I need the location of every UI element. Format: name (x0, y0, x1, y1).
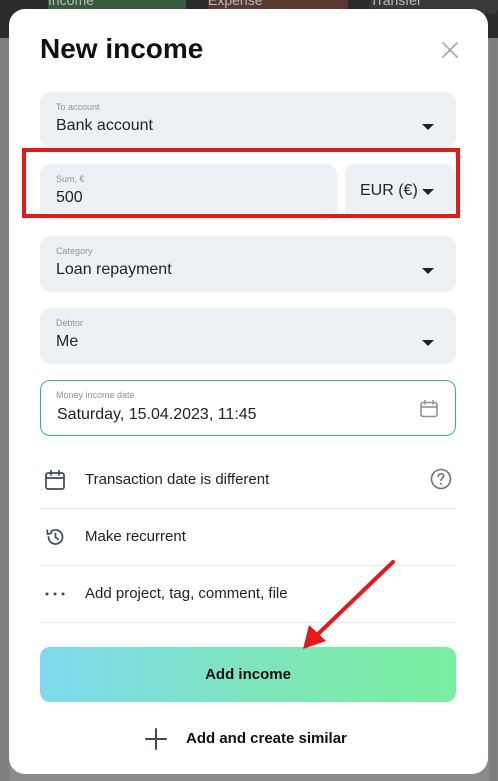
chevron-down-icon (422, 340, 434, 346)
close-icon (442, 42, 458, 58)
add-and-create-similar-label: Add and create similar (186, 730, 347, 747)
modal-title: New income (40, 33, 204, 64)
account-select[interactable]: To account Bank account (40, 92, 456, 148)
make-recurrent-label: Make recurrent (85, 528, 186, 545)
add-income-button[interactable]: Add income (40, 647, 456, 702)
more-dots-icon (45, 592, 65, 596)
date-label: Money income date (56, 390, 135, 400)
calendar-icon[interactable] (419, 399, 439, 419)
category-select[interactable]: Category Loan repayment (40, 236, 456, 292)
make-recurrent-row[interactable]: Make recurrent (40, 509, 456, 566)
category-value: Loan repayment (56, 261, 172, 278)
date-value: Saturday, 15.04.2023, 11:45 (57, 406, 257, 423)
background-right-strip (489, 38, 498, 781)
background-left-strip (0, 38, 9, 781)
debtor-select[interactable]: Debtor Me (40, 308, 456, 364)
transaction-date-different-row[interactable]: Transaction date is different (40, 452, 456, 509)
chevron-down-icon (422, 268, 434, 274)
add-income-label: Add income (205, 666, 291, 683)
category-label: Category (56, 246, 93, 256)
income-date-input[interactable]: Money income date Saturday, 15.04.2023, … (40, 380, 456, 436)
calendar-icon (45, 469, 65, 490)
add-details-row[interactable]: Add project, tag, comment, file (40, 566, 456, 623)
new-income-modal: New income To account Bank account Sum, … (9, 9, 488, 774)
history-icon (46, 529, 64, 545)
chevron-down-icon (422, 124, 434, 130)
add-details-label: Add project, tag, comment, file (85, 585, 288, 602)
debtor-label: Debtor (56, 318, 84, 328)
debtor-value: Me (56, 333, 79, 350)
sum-highlight-box (22, 148, 460, 218)
add-and-create-similar-button[interactable]: Add and create similar (143, 724, 373, 754)
transaction-date-different-label: Transaction date is different (85, 471, 270, 488)
account-value: Bank account (56, 117, 153, 134)
help-icon[interactable] (429, 467, 453, 491)
account-label: To account (56, 102, 100, 112)
plus-icon (145, 728, 167, 750)
close-button[interactable] (439, 39, 461, 61)
